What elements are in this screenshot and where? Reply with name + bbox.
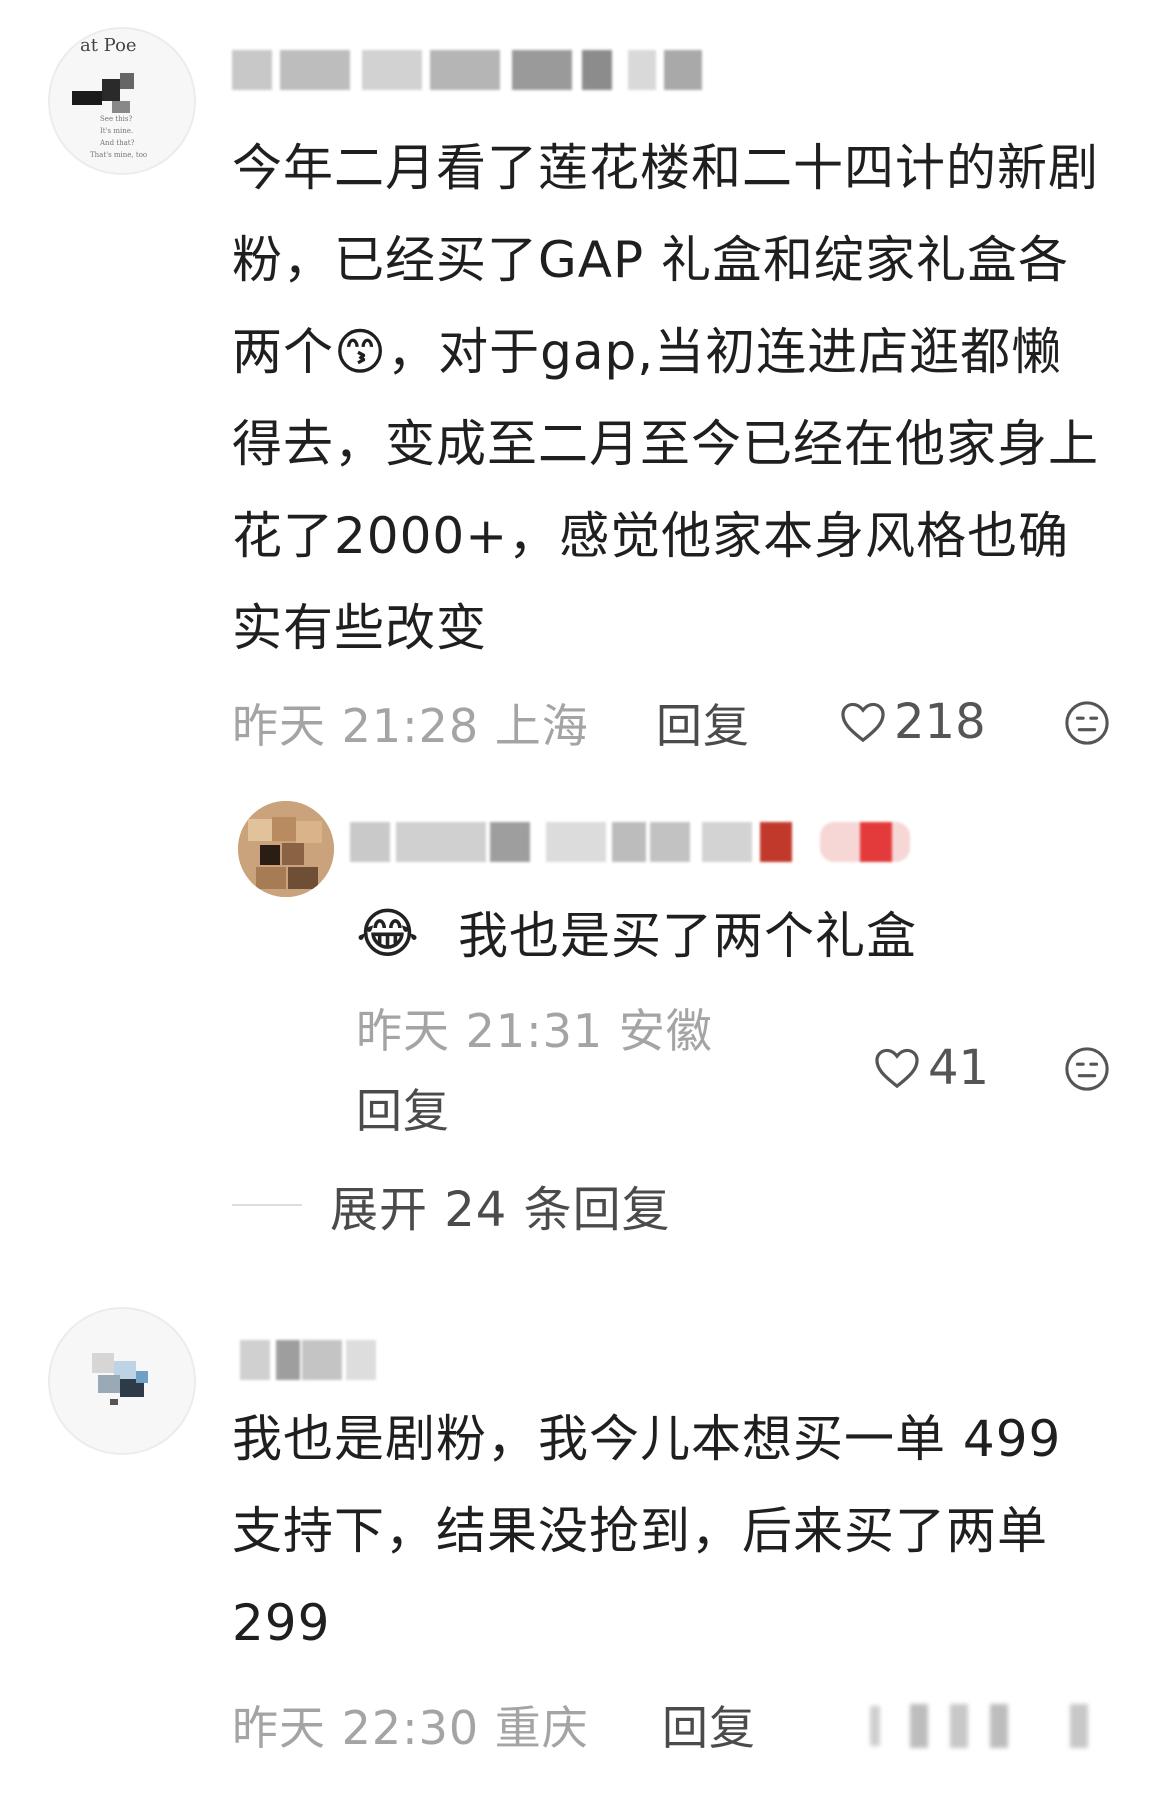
comment-date: 昨天 21:28 上海 — [232, 699, 589, 753]
svg-text:at Poe: at Poe — [80, 35, 137, 56]
avatar[interactable] — [48, 1307, 196, 1455]
reply-text: 我也是买了两个礼盒 — [458, 907, 917, 965]
heart-outline-icon — [841, 702, 885, 743]
comment-text: 我也是剧粉，我今儿本想买一单 499 支持下，结果没抢到，后来买了两单 299 — [232, 1410, 1062, 1652]
svg-text:And that?: And that? — [99, 139, 135, 147]
divider — [232, 1204, 302, 1206]
svg-text:That's mine, too: That's mine, too — [90, 151, 147, 159]
meh-face-icon[interactable] — [1064, 1046, 1110, 1092]
svg-text:See this?: See this? — [100, 115, 132, 123]
reply-avatar[interactable] — [238, 801, 334, 897]
reply-button[interactable]: 回复 — [656, 690, 750, 756]
meh-face-icon[interactable] — [1064, 700, 1110, 746]
expand-replies-button[interactable]: 展开 24 条回复 — [232, 1170, 671, 1240]
username-blurred[interactable] — [232, 50, 702, 90]
like-button[interactable]: 218 — [840, 694, 986, 750]
reply-like-button[interactable]: 41 — [874, 1040, 989, 1096]
svg-text:It's mine.: It's mine. — [100, 127, 133, 135]
expand-replies-label: 展开 24 条回复 — [330, 1182, 671, 1238]
watermark — [870, 1700, 1110, 1750]
reply-button[interactable]: 回复 — [356, 1075, 450, 1141]
comment-text: 今年二月看了莲花楼和二十四计的新剧粉，已经买了GAP 礼盒和绽家礼盒各两个😙，对… — [232, 139, 1099, 657]
reply-button[interactable]: 回复 — [662, 1692, 756, 1758]
like-count: 41 — [928, 1040, 990, 1096]
comment-list: at Poe See this? It's mine. And that? Th… — [0, 0, 1169, 1812]
avatar[interactable]: at Poe See this? It's mine. And that? Th… — [48, 27, 196, 175]
emoji-laugh-icon: 😂 — [356, 902, 420, 965]
reply-date: 昨天 21:31 安徽 — [356, 1004, 713, 1058]
reply-username-blurred[interactable] — [350, 822, 910, 862]
heart-outline-icon — [875, 1048, 919, 1089]
comment-date: 昨天 22:30 重庆 — [232, 1701, 589, 1755]
username-blurred[interactable] — [240, 1340, 380, 1380]
like-count: 218 — [894, 694, 986, 750]
